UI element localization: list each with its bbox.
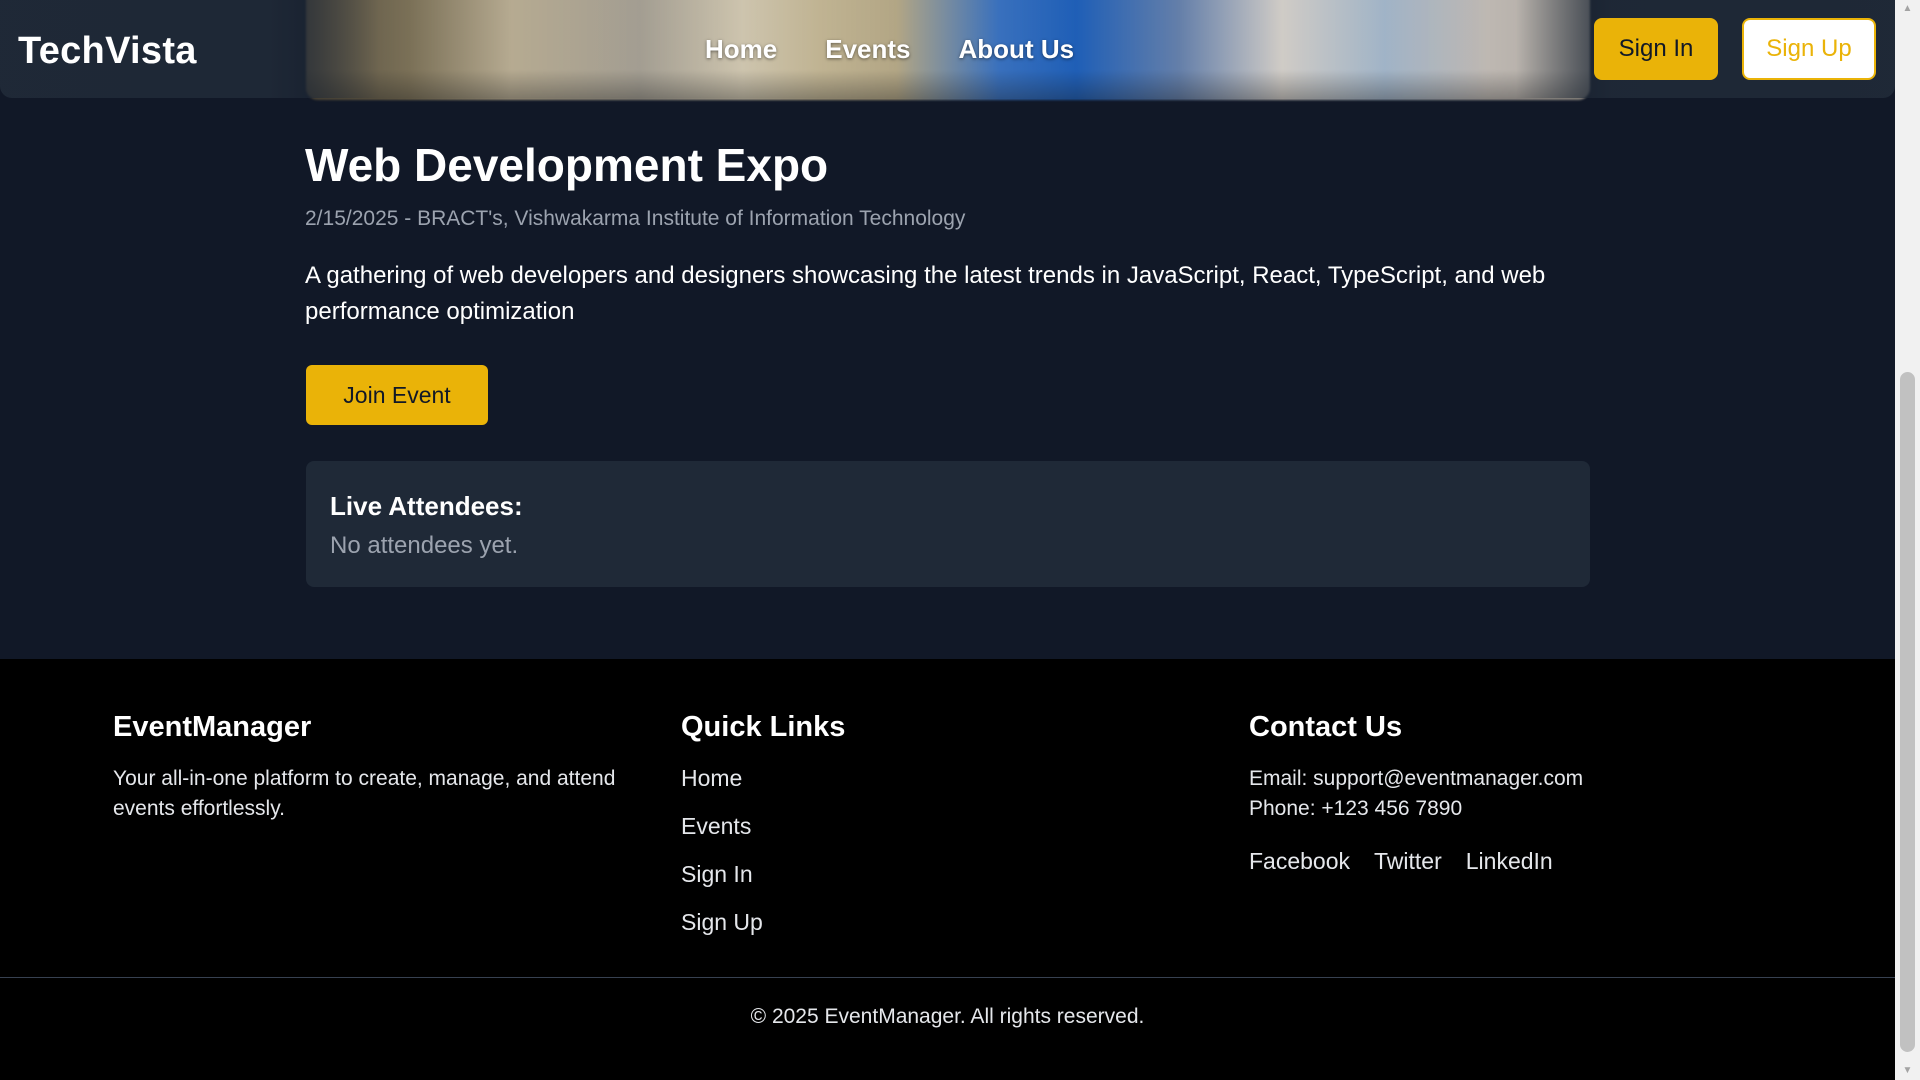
- footer-contact: Contact Us Email: support@eventmanager.c…: [1249, 711, 1583, 875]
- footer-link-events[interactable]: Events: [681, 812, 845, 860]
- sign-up-button[interactable]: Sign Up: [1742, 18, 1876, 80]
- site-header: TechVista Home Events About Us Sign In S…: [0, 0, 1895, 98]
- nav-events-link[interactable]: Events: [825, 34, 910, 65]
- site-footer: EventManager Your all-in-one platform to…: [0, 659, 1895, 1080]
- attendees-empty-message: No attendees yet.: [330, 532, 519, 559]
- social-facebook-link[interactable]: Facebook: [1249, 848, 1350, 875]
- page-scrollbar[interactable]: ▲ ▼: [1895, 0, 1920, 1080]
- event-description: A gathering of web developers and design…: [305, 262, 1546, 325]
- page: TechVista Home Events About Us Sign In S…: [0, 0, 1895, 1080]
- event-title: Web Development Expo: [305, 139, 829, 191]
- scrollbar-thumb[interactable]: [1900, 372, 1915, 1052]
- social-twitter-link[interactable]: Twitter: [1374, 848, 1442, 875]
- nav-home-link[interactable]: Home: [705, 34, 777, 65]
- join-event-button[interactable]: Join Event: [306, 365, 488, 425]
- quick-links-title: Quick Links: [681, 711, 846, 743]
- event-date-location: 2/15/2025 - BRACT's, Vishwakarma Institu…: [305, 207, 966, 230]
- contact-title: Contact Us: [1249, 711, 1403, 743]
- footer-about: EventManager Your all-in-one platform to…: [113, 711, 643, 824]
- social-linkedin-link[interactable]: LinkedIn: [1466, 848, 1553, 875]
- copyright-text: © 2025 EventManager. All rights reserved…: [750, 1005, 1145, 1028]
- footer-link-home[interactable]: Home: [681, 764, 845, 812]
- social-links: Facebook Twitter LinkedIn: [1249, 848, 1583, 875]
- footer-link-sign-in[interactable]: Sign In: [681, 860, 845, 908]
- site-logo[interactable]: TechVista: [18, 30, 197, 73]
- attendees-heading: Live Attendees:: [330, 491, 523, 521]
- triangle-up-icon[interactable]: ▲: [1895, 0, 1920, 18]
- quick-links-list: Home Events Sign In Sign Up: [681, 764, 845, 956]
- nav-about-link[interactable]: About Us: [959, 34, 1075, 65]
- footer-divider: [0, 977, 1895, 978]
- contact-email: Email: support@eventmanager.com: [1249, 767, 1584, 790]
- footer-quick-links: Quick Links Home Events Sign In Sign Up: [681, 711, 845, 956]
- footer-link-sign-up[interactable]: Sign Up: [681, 908, 845, 956]
- contact-phone: Phone: +123 456 7890: [1249, 797, 1463, 820]
- triangle-down-icon[interactable]: ▼: [1895, 1062, 1920, 1080]
- live-attendees-panel: Live Attendees: No attendees yet.: [306, 461, 1590, 587]
- footer-about-text: Your all-in-one platform to create, mana…: [113, 767, 616, 820]
- sign-in-button[interactable]: Sign In: [1594, 18, 1718, 80]
- main-nav: Home Events About Us: [705, 34, 1074, 65]
- footer-brand-title: EventManager: [113, 711, 312, 743]
